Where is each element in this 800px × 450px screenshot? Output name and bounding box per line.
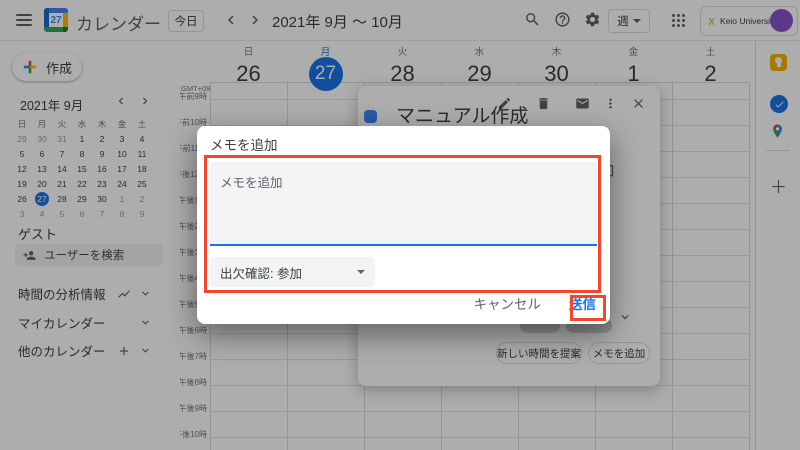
note-textarea[interactable] xyxy=(210,162,597,246)
caret-down-icon xyxy=(357,270,365,274)
add-note-dialog: メモを追加 出欠確認: 参加 キャンセル 送信 xyxy=(197,126,610,324)
google-calendar-app: 27 カレンダー 今日 2021年 9月 ～ 10月 週 Keio Univer… xyxy=(0,0,800,450)
rsvp-dropdown-value: 出欠確認: 参加 xyxy=(220,263,302,282)
dialog-title: メモを追加 xyxy=(210,134,278,154)
rsvp-dropdown[interactable]: 出欠確認: 参加 xyxy=(210,257,375,287)
cancel-button[interactable]: キャンセル xyxy=(468,289,548,317)
send-button[interactable]: 送信 xyxy=(563,289,602,317)
